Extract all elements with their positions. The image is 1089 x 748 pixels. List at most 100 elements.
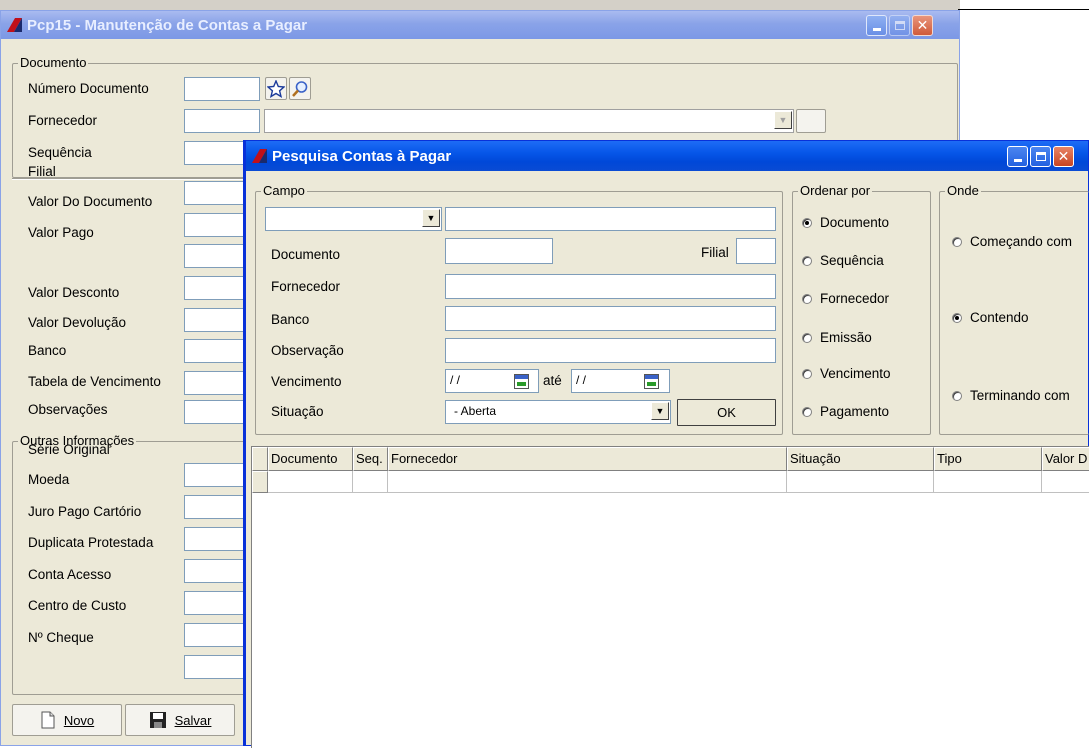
table-cell[interactable] xyxy=(388,471,787,493)
app-logo-icon xyxy=(7,18,22,32)
ordenar-documento-radio[interactable]: Documento xyxy=(802,215,889,230)
vencimento-label: Vencimento xyxy=(271,374,342,389)
table-cell[interactable] xyxy=(353,471,388,493)
background-window-strip xyxy=(0,0,960,10)
salvar-label: Salvar xyxy=(174,712,212,728)
banco-label: Banco xyxy=(271,312,310,327)
radio-dot xyxy=(952,236,962,247)
campo-select[interactable]: ▼ xyxy=(265,207,442,231)
table-cell[interactable] xyxy=(268,471,353,493)
campo-legend: Campo xyxy=(261,183,307,198)
documento-label: Documento xyxy=(271,247,341,262)
col-seq[interactable]: Seq. xyxy=(353,447,388,471)
radio-dot xyxy=(802,217,812,228)
maximize-button[interactable] xyxy=(889,15,910,36)
app-logo-icon xyxy=(252,149,267,163)
chevron-down-icon[interactable]: ▼ xyxy=(651,402,669,420)
minimize-icon xyxy=(1013,159,1022,162)
sequencia-label: Sequência xyxy=(28,145,92,160)
ordenar-por-legend: Ordenar por xyxy=(798,183,873,198)
observacao-input[interactable] xyxy=(445,338,776,363)
close-button[interactable]: ✕ xyxy=(912,15,933,36)
table-cell[interactable] xyxy=(934,471,1042,493)
search-button[interactable] xyxy=(289,77,311,100)
onde-comecando-radio[interactable]: Começando com xyxy=(952,234,1072,249)
search-minimize-button[interactable] xyxy=(1007,146,1028,167)
ordenar-pagamento-radio[interactable]: Pagamento xyxy=(802,404,889,419)
search-window-titlebar[interactable]: Pesquisa Contas à Pagar ✕ xyxy=(246,141,1088,171)
ate-label: até xyxy=(543,373,562,388)
situacao-value: - Aberta xyxy=(454,404,497,418)
magnifier-icon xyxy=(292,80,308,97)
search-window: Pesquisa Contas à Pagar ✕ Campo ▼ Docume… xyxy=(243,140,1089,748)
filial-label: Filial xyxy=(28,164,56,179)
radio-dot xyxy=(802,332,812,343)
save-icon xyxy=(149,712,166,728)
calendar-icon[interactable] xyxy=(514,374,529,389)
col-documento[interactable]: Documento xyxy=(268,447,353,471)
ordenar-pagamento-label: Pagamento xyxy=(820,404,890,419)
onde-terminando-label: Terminando com xyxy=(970,388,1070,403)
observacao-label: Observação xyxy=(271,343,344,358)
vencimento-from-value: / / xyxy=(450,373,461,387)
centro-custo-label: Centro de Custo xyxy=(28,598,127,613)
col-situacao[interactable]: Situação xyxy=(787,447,934,471)
onde-contendo-radio[interactable]: Contendo xyxy=(952,310,1029,325)
minimize-button[interactable] xyxy=(866,15,887,36)
banco-input[interactable] xyxy=(445,306,776,331)
novo-label: Novo xyxy=(63,712,95,728)
numero-documento-input[interactable] xyxy=(184,77,260,101)
campo-search-input[interactable] xyxy=(445,207,776,231)
fornecedor-input[interactable] xyxy=(445,274,776,299)
ordenar-documento-label: Documento xyxy=(820,215,890,230)
ok-button[interactable]: OK xyxy=(677,399,776,426)
table-cell[interactable] xyxy=(787,471,934,493)
fornecedor-code-input[interactable] xyxy=(184,109,260,133)
valor-pago-label: Valor Pago xyxy=(28,225,94,240)
tabela-vencimento-label: Tabela de Vencimento xyxy=(28,374,161,389)
table-cell[interactable] xyxy=(1042,471,1089,493)
ordenar-vencimento-radio[interactable]: Vencimento xyxy=(802,366,891,381)
radio-dot xyxy=(802,293,812,304)
observacoes-label: Observações xyxy=(28,402,108,417)
close-icon: ✕ xyxy=(916,17,929,33)
serie-original-label: Série Original xyxy=(28,442,110,457)
fornecedor-combo[interactable]: ▼ xyxy=(264,109,794,133)
calendar-icon[interactable] xyxy=(644,374,659,389)
moeda-label: Moeda xyxy=(28,472,70,487)
search-close-button[interactable]: ✕ xyxy=(1053,146,1074,167)
radio-dot xyxy=(952,390,962,401)
duplicata-label: Duplicata Protestada xyxy=(28,535,154,550)
search-maximize-button[interactable] xyxy=(1030,146,1051,167)
chevron-down-icon[interactable]: ▼ xyxy=(422,209,440,227)
ok-label: OK xyxy=(717,405,736,420)
new-document-icon xyxy=(41,711,55,729)
chevron-down-icon[interactable]: ▼ xyxy=(774,111,792,129)
novo-button[interactable]: Novo xyxy=(12,704,122,736)
radio-dot xyxy=(802,255,812,266)
col-fornecedor[interactable]: Fornecedor xyxy=(388,447,787,471)
fornecedor-extra-button[interactable] xyxy=(796,109,826,133)
ordenar-vencimento-label: Vencimento xyxy=(820,366,891,381)
row-indicator[interactable] xyxy=(252,471,268,493)
documento-input[interactable] xyxy=(445,238,553,264)
ordenar-sequencia-radio[interactable]: Sequência xyxy=(802,253,884,268)
fornecedor-label: Fornecedor xyxy=(271,279,341,294)
filial-input[interactable] xyxy=(736,238,776,264)
fornecedor-label: Fornecedor xyxy=(28,113,98,128)
situacao-select[interactable]: - Aberta ▼ xyxy=(445,400,671,424)
col-valor[interactable]: Valor D xyxy=(1042,447,1089,471)
salvar-button[interactable]: Salvar xyxy=(125,704,235,736)
main-window-titlebar[interactable]: Pcp15 - Manutenção de Contas a Pagar ✕ xyxy=(1,11,959,39)
minimize-icon xyxy=(872,28,881,31)
results-grid[interactable]: Documento Seq. Fornecedor Situação Tipo … xyxy=(251,446,1089,748)
ordenar-fornecedor-radio[interactable]: Fornecedor xyxy=(802,291,889,306)
grid-corner xyxy=(252,447,268,471)
favorite-button[interactable] xyxy=(265,77,287,100)
col-tipo[interactable]: Tipo xyxy=(934,447,1042,471)
ordenar-emissao-radio[interactable]: Emissão xyxy=(802,330,872,345)
onde-terminando-radio[interactable]: Terminando com xyxy=(952,388,1070,403)
main-window-title: Pcp15 - Manutenção de Contas a Pagar xyxy=(27,16,308,34)
cheque-label: Nº Cheque xyxy=(28,630,94,645)
star-icon xyxy=(267,79,285,98)
